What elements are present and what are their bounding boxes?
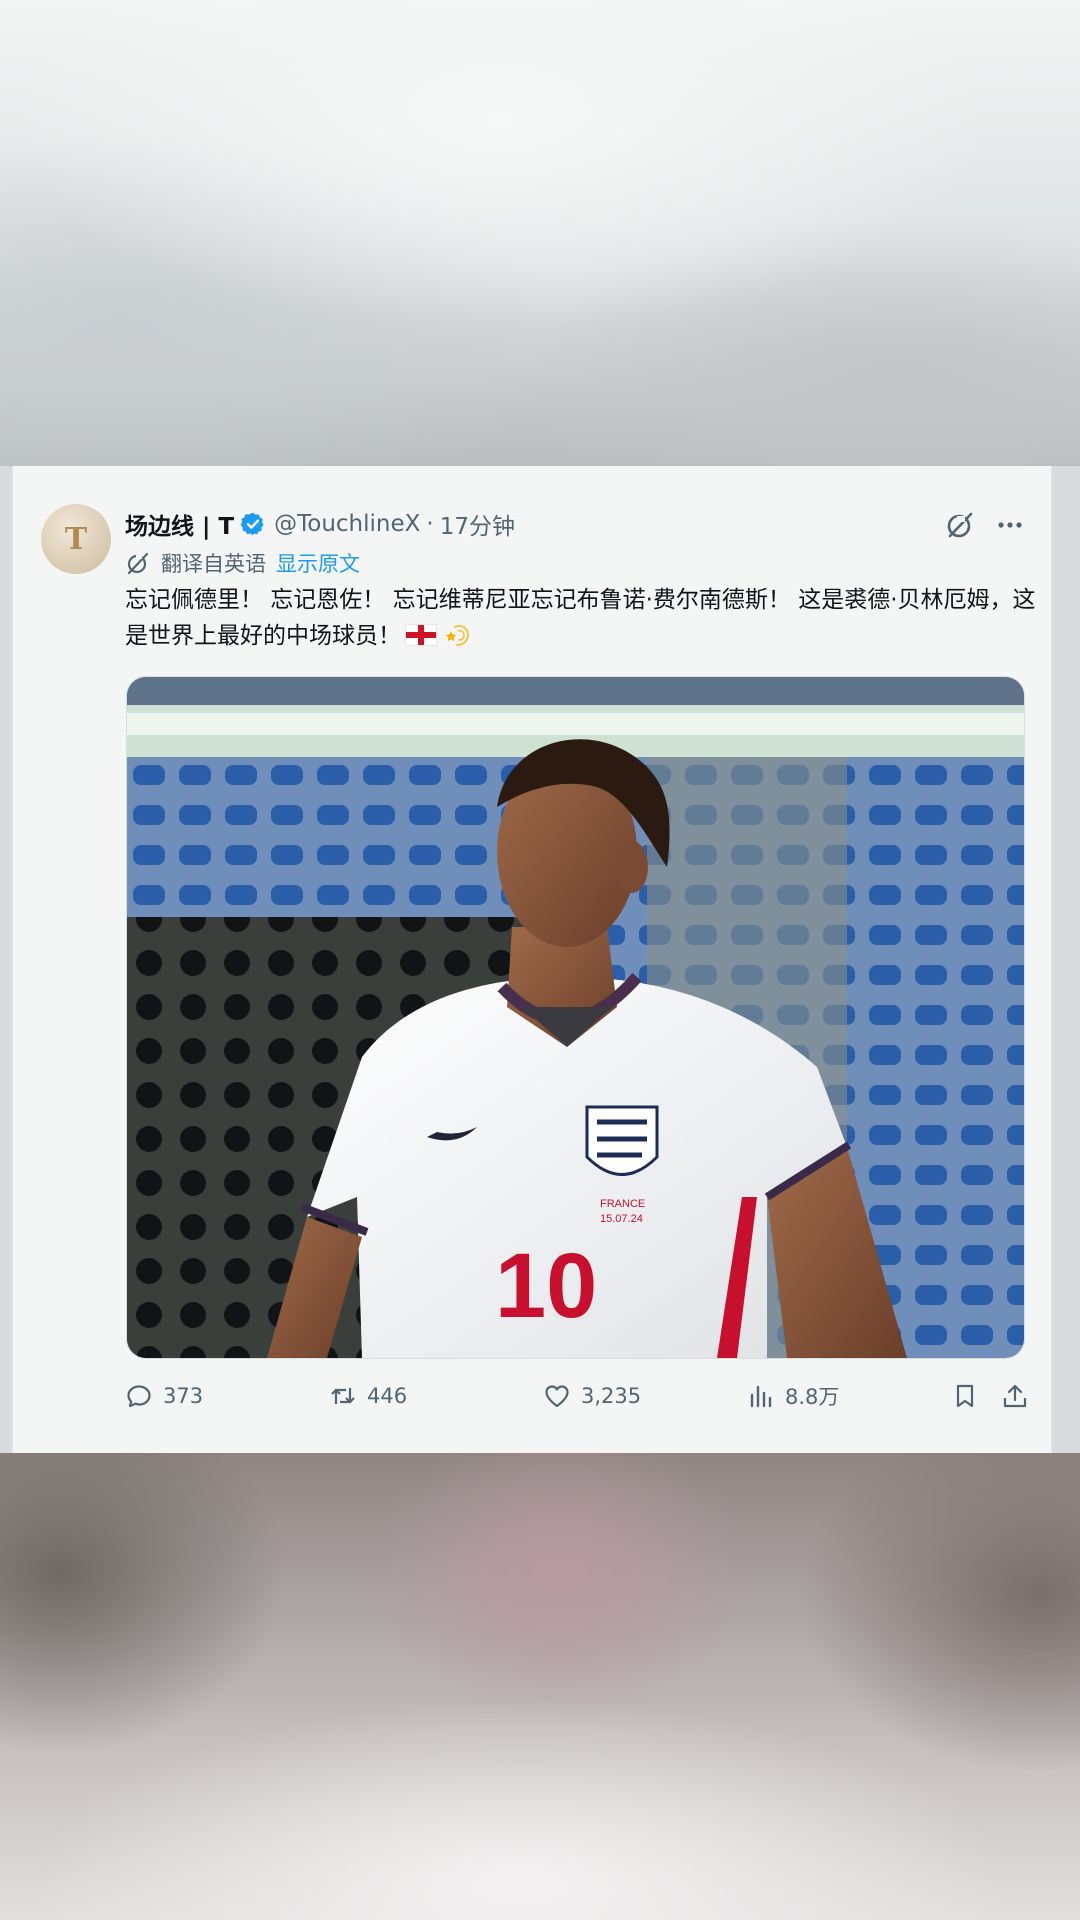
- reply-icon: [127, 1385, 151, 1408]
- england-flag-icon: [405, 624, 437, 646]
- bookmark-button[interactable]: [951, 1376, 979, 1416]
- share-icon: [1003, 1384, 1027, 1408]
- football-player-photo: FRANCE 15.07.24 10: [127, 677, 1024, 1358]
- views-count: 8.8万: [785, 1385, 840, 1409]
- dizzy-star-icon: [443, 621, 471, 649]
- grok-icon[interactable]: [943, 508, 977, 542]
- verified-badge-icon: [240, 511, 266, 537]
- translated-from-label: 翻译自英语: [161, 552, 266, 576]
- tweet-header: 场边线 | T @TouchlineX · 17分钟: [125, 506, 515, 542]
- jersey-text-1: FRANCE: [600, 1198, 645, 1210]
- retweet-count: 446: [367, 1384, 408, 1408]
- bookmark-icon: [956, 1384, 974, 1408]
- avatar-letter: T: [64, 521, 88, 557]
- avatar[interactable]: T: [41, 504, 111, 574]
- timestamp[interactable]: 17分钟: [440, 507, 515, 541]
- analytics-icon: [750, 1385, 772, 1408]
- reply-button[interactable]: 373: [125, 1376, 203, 1416]
- author-handle[interactable]: @TouchlineX: [274, 511, 420, 537]
- share-button[interactable]: [1001, 1376, 1029, 1416]
- tweet-card[interactable]: T 场边线 | T @TouchlineX · 17分钟 翻译自英语 显示原文 …: [12, 466, 1052, 1453]
- views-button[interactable]: 8.8万: [747, 1376, 839, 1416]
- tweet-actions: 373 446 3,235 8.8万: [125, 1376, 1037, 1416]
- blurred-background-top: [0, 0, 1080, 466]
- tweet-photo[interactable]: FRANCE 15.07.24 10: [126, 676, 1025, 1359]
- show-original-link[interactable]: 显示原文: [276, 548, 360, 578]
- jersey-number: 10: [495, 1235, 597, 1337]
- like-button[interactable]: 3,235: [543, 1376, 641, 1416]
- tweet-text: 忘记佩德里！ 忘记恩佐！ 忘记维蒂尼亚忘记布鲁诺·费尔南德斯！ 这是裘德·贝林厄…: [125, 587, 1036, 649]
- like-count: 3,235: [581, 1384, 642, 1408]
- translation-notice: 翻译自英语 显示原文: [125, 548, 360, 578]
- blurred-background-bottom: [0, 1453, 1080, 1920]
- more-options-icon[interactable]: [993, 508, 1027, 542]
- tweet-body: 忘记佩德里！ 忘记恩佐！ 忘记维蒂尼亚忘记布鲁诺·费尔南德斯！ 这是裘德·贝林厄…: [125, 582, 1037, 654]
- retweet-button[interactable]: 446: [329, 1376, 407, 1416]
- retweet-icon: [331, 1388, 355, 1404]
- heart-icon: [545, 1385, 569, 1408]
- author-name[interactable]: 场边线 | T: [125, 507, 234, 541]
- jersey-text-2: 15.07.24: [600, 1213, 643, 1225]
- reply-count: 373: [163, 1384, 204, 1408]
- separator-dot: ·: [426, 511, 434, 537]
- translate-icon: [125, 550, 151, 576]
